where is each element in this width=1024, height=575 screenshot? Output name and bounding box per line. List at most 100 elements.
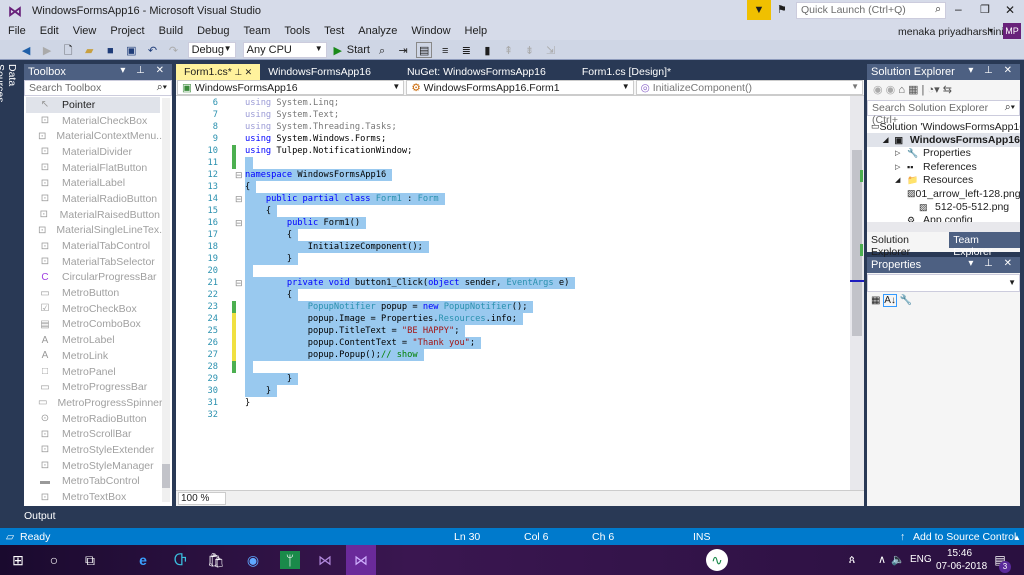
solution-tree-item[interactable]: ▨ 512-05-512.png [867,200,1020,213]
platform-select[interactable]: Any CPU ▼ [242,42,327,58]
chrome-icon[interactable]: ◉ [243,551,263,569]
store-icon[interactable]: 🛍 [206,551,226,569]
panel-controls-icon[interactable]: ▾ ⊥ ✕ [968,65,1016,76]
nav-select[interactable]: ◎ InitializeComponent() ▼ [635,80,863,95]
layout-icon[interactable]: ▤ [416,42,433,58]
property-pages-icon[interactable]: 🔧 [900,295,912,306]
forward-icon[interactable]: ▶ [39,43,55,59]
toolbox-item[interactable]: ▬ MetroTabControl [26,474,160,490]
toolbox-item[interactable]: □ MetroPanel [26,364,160,380]
nav-select[interactable]: ▣ WindowsFormsApp16 ▼ [177,80,405,95]
categorized-icon[interactable]: ▦ [871,295,880,306]
back-icon[interactable]: ◀ [18,43,34,59]
panel-controls-icon[interactable]: ▾ ⊥ ✕ [968,258,1016,269]
expander-icon[interactable]: ◢ [883,136,895,144]
new-project-icon[interactable]: 🗋 [60,43,76,59]
toolbox-item[interactable]: ☑ MetroCheckBox [26,301,160,317]
prev-bookmark-icon[interactable]: ⇞ [500,43,516,59]
collapse-icon[interactable]: ⇆ [943,84,952,96]
toolbox-item[interactable]: ▤ MetroComboBox [26,317,160,333]
toolbox-item[interactable]: ⊡ MetroTextBox [26,489,160,505]
app-icon[interactable]: Ⴇ [170,551,190,569]
close-button[interactable]: ✕ [1005,3,1015,17]
panel-tab[interactable]: Solution Explorer [867,232,950,258]
uncomment-icon[interactable]: ≣ [458,43,474,59]
menu-team[interactable]: Team [237,22,278,40]
menu-edit[interactable]: Edit [33,22,66,40]
home-icon[interactable]: ⌂ [898,84,905,96]
zoom-select[interactable]: 100 % [178,492,226,505]
expander-icon[interactable]: ◢ [895,176,907,184]
document-tab[interactable]: Form1.cs [Design]* [574,64,679,80]
clock-date[interactable]: 07-06-2018 [936,561,987,572]
toolbox-scrollbar[interactable] [162,98,170,502]
volume-icon[interactable]: 🔈 [888,551,908,569]
toolbox-item[interactable]: C CircularProgressBar [26,270,160,286]
output-tab[interactable]: Output [24,510,56,522]
menu-analyze[interactable]: Analyze [351,22,404,40]
toolbox-item[interactable]: ⊡ MaterialSingleLineTex... [26,223,168,239]
menu-project[interactable]: Project [103,22,151,40]
git-icon[interactable]: ᛘ [280,551,300,569]
toolbox-item[interactable]: ⊡ MaterialTabSelector [26,254,160,270]
edge-icon[interactable]: e [133,551,153,569]
user-name[interactable]: menaka priyadharshini [898,26,1004,38]
visual-studio-active-icon[interactable]: ⋈ [346,545,376,575]
toolbox-item[interactable]: ▭ MetroProgressSpinner [26,395,163,411]
close-tab-icon[interactable]: ⊥ ✕ [232,67,252,77]
toolbox-item[interactable]: ⊡ MaterialFlatButton [26,160,160,176]
clock-time[interactable]: 15:46 [947,548,972,559]
toolbox-item[interactable]: ▭ MetroProgressBar [26,379,160,395]
menu-view[interactable]: View [66,22,104,40]
solution-tree-item[interactable]: ▨ 01_arrow_left-128.png [867,187,1020,200]
language-indicator[interactable]: ENG [910,554,932,565]
solution-tree-item[interactable]: ▷ 🔧 Properties [867,147,1020,160]
solution-tree-item[interactable]: ▷ ▪▪ References [867,160,1020,173]
back-icon[interactable]: ◉ [873,84,883,96]
task-view-icon[interactable]: ⧉ [80,551,100,569]
panel-tab[interactable]: Team Explorer [949,232,1020,258]
document-tab[interactable]: WindowsFormsApp16 [260,64,379,80]
toolbox-item[interactable]: ⊡ MetroScrollBar [26,426,160,442]
start-icon[interactable]: ▶ [333,43,343,59]
toolbox-item[interactable]: ⊡ MaterialLabel [26,175,160,191]
chevron-up-icon[interactable]: ▲ [1013,533,1021,542]
open-icon[interactable]: ▰ [81,43,97,59]
save-all-icon[interactable]: ▣ [123,43,139,59]
horizontal-scrollbar[interactable] [867,222,1020,232]
avatar[interactable]: MP [1003,23,1021,39]
restore-button[interactable]: ❐ [980,3,990,16]
visual-studio-icon[interactable]: ⋈ [315,551,335,569]
alphabetical-icon[interactable]: A↓ [883,294,897,307]
code-area[interactable]: 6 using System.Linq; 7 using System.Text; 8 u… [176,96,850,490]
notifications-icon[interactable]: ⚑ [777,3,787,16]
people-icon[interactable]: ጰ [842,551,862,569]
toolbox-item[interactable]: ⊡ MaterialDivider [26,144,160,160]
menu-build[interactable]: Build [152,22,190,40]
expander-icon[interactable]: ▷ [895,163,907,171]
solution-search-input[interactable]: Search Solution Explorer (Ctrl+ ⌕▾ [867,100,1020,126]
cortana-icon[interactable]: ○ [44,551,64,569]
find-icon[interactable]: ⌕ [374,43,390,59]
editor-scrollbar[interactable] [850,96,864,490]
toolbox-item[interactable]: ⊡ MaterialCheckBox [26,113,160,129]
configuration-select[interactable]: Debug ▼ [187,42,236,58]
collapse-icon[interactable]: ⊟ [235,193,243,205]
activity-monitor-icon[interactable]: ∿ [706,549,728,571]
undo-icon[interactable]: ↶ [144,43,160,59]
document-tab[interactable]: Form1.cs* ⊥ ✕ [176,64,261,80]
document-tab[interactable]: NuGet: WindowsFormsApp16 [399,64,554,80]
minimize-button[interactable]: – [955,2,962,16]
nav-select[interactable]: ⚙ WindowsFormsApp16.Form1 ▼ [406,80,634,95]
bookmark-icon[interactable]: ▮ [479,43,495,59]
toolbox-item[interactable]: ▭ MetroButton [26,285,160,301]
toolbox-item[interactable]: ⊡ MaterialRadioButton [26,191,160,207]
menu-window[interactable]: Window [404,22,457,40]
redo-icon[interactable]: ↷ [166,43,182,59]
comment-icon[interactable]: ≡ [437,43,453,59]
toolbox-item[interactable]: ⊙ MetroRadioButton [26,411,160,427]
feedback-filter-icon[interactable]: ▼ [747,0,771,20]
windows-start-icon[interactable]: ⊞ [8,551,28,569]
history-icon[interactable]: ◔▾ [927,84,939,96]
solution-tree-item[interactable]: ⚙ App.config [867,214,1020,222]
